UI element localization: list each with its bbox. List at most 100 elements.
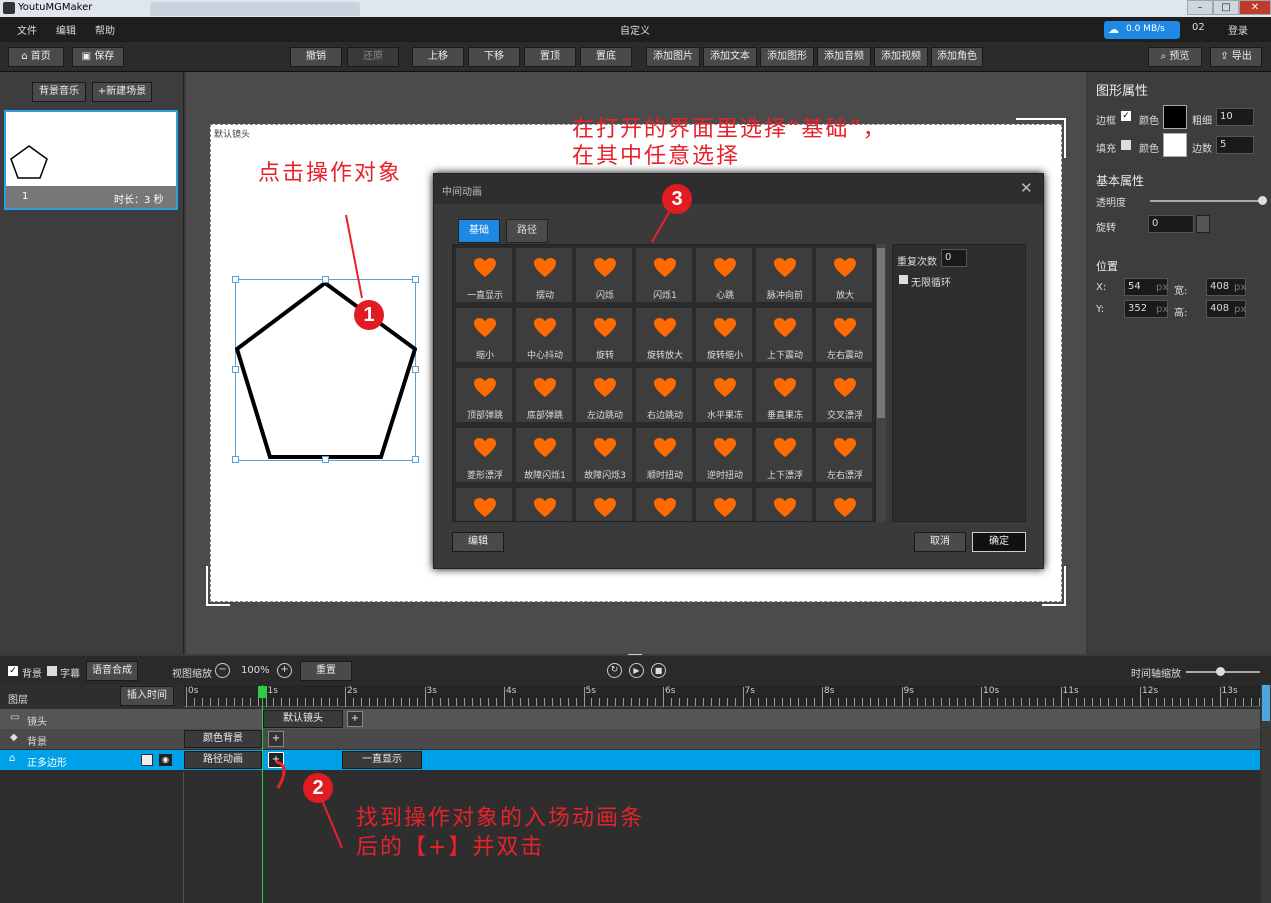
playhead-handle[interactable] bbox=[258, 686, 267, 698]
axis-zoom-knob[interactable] bbox=[1216, 667, 1225, 676]
add-audio-button[interactable]: 添加音频 bbox=[817, 47, 871, 67]
effect-cell[interactable]: 左右漂浮 bbox=[815, 427, 873, 483]
effect-cell[interactable]: 上下震动 bbox=[755, 307, 813, 363]
effect-cell[interactable] bbox=[695, 487, 753, 521]
tab-basic[interactable]: 基础 bbox=[458, 219, 500, 243]
effect-cell[interactable]: 旋转 bbox=[575, 307, 633, 363]
scrollbar-thumb[interactable] bbox=[1262, 685, 1270, 721]
move-down-button[interactable]: 下移 bbox=[468, 47, 520, 67]
time-ruler[interactable]: 0s 1s 2s 3s 4s 5s 6s 7s 8s 9s 10s 11s 12s 13s bbox=[184, 685, 1269, 707]
effect-cell[interactable]: 顶部弹跳 bbox=[455, 367, 513, 423]
fill-color-swatch[interactable] bbox=[1163, 133, 1187, 157]
minimize-button[interactable]: – bbox=[1187, 0, 1213, 15]
replay-icon[interactable]: ↻ bbox=[607, 663, 622, 678]
bring-top-button[interactable]: 置顶 bbox=[524, 47, 576, 67]
effect-cell[interactable]: 左右震动 bbox=[815, 307, 873, 363]
effect-cell[interactable] bbox=[635, 487, 693, 521]
move-up-button[interactable]: 上移 bbox=[412, 47, 464, 67]
effect-cell[interactable]: 左边跳动 bbox=[575, 367, 633, 423]
subtitle-checkbox[interactable] bbox=[47, 666, 57, 676]
maximize-button[interactable]: □ bbox=[1213, 0, 1239, 15]
undo-button[interactable]: 撤销 bbox=[290, 47, 342, 67]
close-window-button[interactable]: ✕ bbox=[1239, 0, 1271, 15]
effect-cell[interactable]: 底部弹跳 bbox=[515, 367, 573, 423]
reset-button[interactable]: 重置 bbox=[300, 661, 352, 681]
add-text-button[interactable]: 添加文本 bbox=[703, 47, 757, 67]
timeline-scrollbar[interactable] bbox=[1261, 685, 1271, 903]
sides-input[interactable]: 5 bbox=[1216, 136, 1254, 154]
add-bg-clip-button[interactable]: + bbox=[268, 731, 284, 747]
effects-scrollbar[interactable] bbox=[876, 244, 886, 522]
effect-cell[interactable]: 闪烁1 bbox=[635, 247, 693, 303]
effect-cell[interactable]: 右边跳动 bbox=[635, 367, 693, 423]
visibility-eye-icon[interactable]: ◉ bbox=[159, 754, 172, 766]
infinite-checkbox[interactable] bbox=[899, 275, 908, 284]
pentagon-shape[interactable] bbox=[235, 279, 417, 462]
new-scene-button[interactable]: +新建场景 bbox=[92, 82, 152, 102]
add-image-button[interactable]: 添加图片 bbox=[646, 47, 700, 67]
selection-box[interactable] bbox=[232, 276, 419, 463]
opacity-slider-knob[interactable] bbox=[1258, 196, 1267, 205]
effect-cell[interactable]: 故障闪烁1 bbox=[515, 427, 573, 483]
effect-cell[interactable]: 菱形漂浮 bbox=[455, 427, 513, 483]
export-button[interactable]: ⇪ 导出 bbox=[1210, 47, 1262, 67]
effect-cell[interactable]: 水平果冻 bbox=[695, 367, 753, 423]
effect-cell[interactable]: 闪烁 bbox=[575, 247, 633, 303]
insert-time-button[interactable]: 插入时间 bbox=[120, 686, 174, 706]
resize-handle[interactable] bbox=[412, 366, 419, 373]
redo-button[interactable]: 还原 bbox=[347, 47, 399, 67]
layer-row-background[interactable]: ◆ 背景 颜色背景 + bbox=[0, 729, 1260, 749]
rotation-stepper[interactable] bbox=[1196, 215, 1210, 233]
effect-cell[interactable] bbox=[815, 487, 873, 521]
effect-cell[interactable]: 缩小 bbox=[455, 307, 513, 363]
voice-synth-button[interactable]: 语音合成 bbox=[86, 661, 138, 681]
fill-checkbox[interactable] bbox=[1121, 140, 1131, 150]
tab-path[interactable]: 路径 bbox=[506, 219, 548, 243]
add-role-button[interactable]: 添加角色 bbox=[931, 47, 983, 67]
add-video-button[interactable]: 添加视频 bbox=[874, 47, 928, 67]
menu-file[interactable]: 文件 bbox=[17, 22, 37, 37]
repeat-input[interactable]: 0 bbox=[941, 249, 967, 267]
border-color-swatch[interactable] bbox=[1163, 105, 1187, 129]
effect-cell[interactable]: 旋转放大 bbox=[635, 307, 693, 363]
layer-row-camera[interactable]: ▭ 镜头 默认镜头 + bbox=[0, 709, 1260, 729]
effect-cell[interactable]: 交叉漂浮 bbox=[815, 367, 873, 423]
add-animation-plus-button[interactable]: + bbox=[268, 752, 284, 768]
effect-cell[interactable]: 逆时扭动 bbox=[695, 427, 753, 483]
cancel-button[interactable]: 取消 bbox=[914, 532, 966, 552]
resize-handle[interactable] bbox=[232, 276, 239, 283]
zoom-out-icon[interactable]: − bbox=[215, 663, 230, 678]
opacity-slider[interactable] bbox=[1150, 200, 1262, 202]
effect-cell[interactable]: 一直显示 bbox=[455, 247, 513, 303]
play-icon[interactable]: ▶ bbox=[629, 663, 644, 678]
thickness-input[interactable]: 10 bbox=[1216, 108, 1254, 126]
bg-music-button[interactable]: 背景音乐 bbox=[32, 82, 86, 102]
effect-cell[interactable] bbox=[515, 487, 573, 521]
effect-cell[interactable]: 脉冲向前 bbox=[755, 247, 813, 303]
resize-handle[interactable] bbox=[232, 366, 239, 373]
menu-edit[interactable]: 编辑 bbox=[56, 22, 76, 37]
home-button[interactable]: ⌂ 首页 bbox=[8, 47, 64, 67]
resize-handle[interactable] bbox=[232, 456, 239, 463]
zoom-in-icon[interactable]: + bbox=[277, 663, 292, 678]
effect-cell[interactable]: 中心抖动 bbox=[515, 307, 573, 363]
effect-cell[interactable]: 放大 bbox=[815, 247, 873, 303]
browser-tab[interactable] bbox=[150, 2, 360, 16]
border-checkbox[interactable]: ✓ bbox=[1121, 111, 1131, 121]
resize-handle[interactable] bbox=[412, 276, 419, 283]
effect-cell[interactable]: 垂直果冻 bbox=[755, 367, 813, 423]
login-link[interactable]: 登录 bbox=[1228, 22, 1248, 37]
ok-button[interactable]: 确定 bbox=[972, 532, 1026, 552]
effect-cell[interactable] bbox=[575, 487, 633, 521]
effect-cell[interactable] bbox=[755, 487, 813, 521]
path-animation-clip[interactable]: 路径动画 bbox=[184, 751, 262, 769]
scene-thumbnail[interactable]: 1 时长：3 秒 bbox=[4, 110, 178, 210]
effect-cell[interactable]: 顺时扭动 bbox=[635, 427, 693, 483]
effect-cell[interactable]: 上下漂浮 bbox=[755, 427, 813, 483]
dialog-close-icon[interactable]: ✕ bbox=[1020, 179, 1033, 197]
edit-button[interactable]: 编辑 bbox=[452, 532, 504, 552]
resize-handle[interactable] bbox=[412, 456, 419, 463]
add-camera-clip-button[interactable]: + bbox=[347, 711, 363, 727]
lock-toggle[interactable] bbox=[141, 754, 153, 766]
effect-cell[interactable] bbox=[455, 487, 513, 521]
